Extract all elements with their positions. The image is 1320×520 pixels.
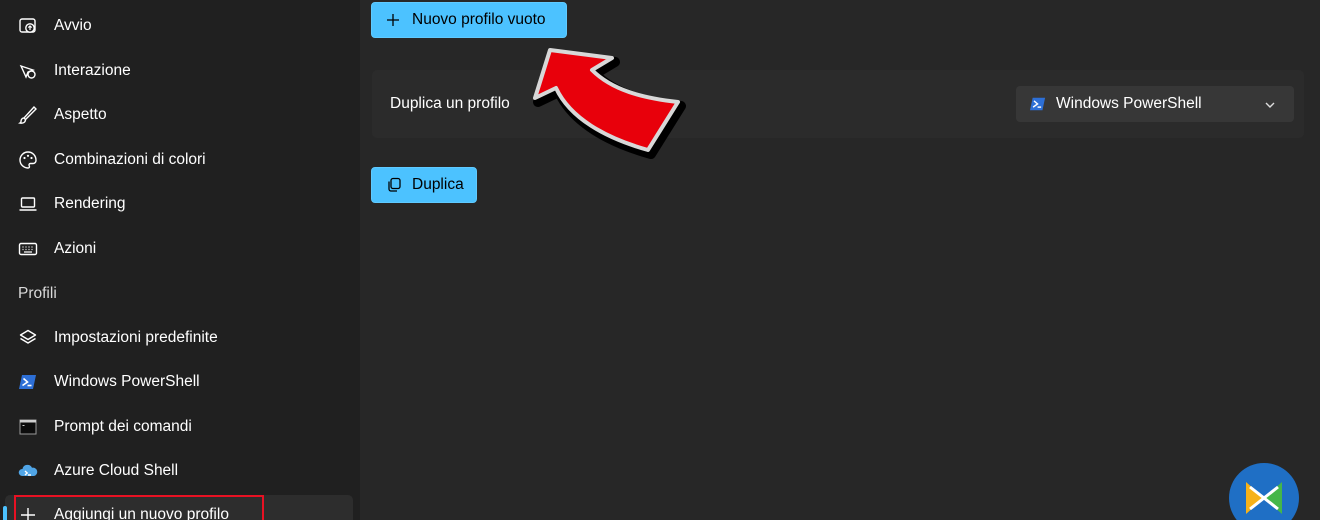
sidebar-item-label: Windows PowerShell bbox=[54, 373, 200, 390]
sidebar-item-interazione[interactable]: Interazione bbox=[5, 51, 353, 91]
button-label: Duplica bbox=[412, 176, 464, 193]
sidebar: Avvio Interazione Aspetto Combinazioni d… bbox=[0, 0, 360, 520]
chevron-down-icon bbox=[1264, 98, 1276, 116]
laptop-icon bbox=[17, 193, 39, 215]
sidebar-item-avvio[interactable]: Avvio bbox=[5, 6, 353, 46]
sidebar-item-azure-cloud-shell[interactable]: Azure Cloud Shell bbox=[5, 451, 353, 491]
sidebar-item-label: Azioni bbox=[54, 240, 97, 257]
red-arrow-annotation bbox=[533, 48, 686, 159]
sidebar-item-label: Rendering bbox=[54, 195, 126, 212]
keyboard-icon bbox=[17, 238, 39, 260]
profile-select-value: Windows PowerShell bbox=[1056, 95, 1202, 112]
palette-icon bbox=[17, 149, 39, 171]
sidebar-item-label: Avvio bbox=[54, 17, 92, 34]
azure-icon bbox=[17, 460, 39, 482]
brush-icon bbox=[17, 104, 39, 126]
startup-icon bbox=[17, 15, 39, 37]
sidebar-item-impostazioni-predefinite[interactable]: Impostazioni predefinite bbox=[5, 318, 353, 358]
sidebar-item-windows-powershell[interactable]: Windows PowerShell bbox=[5, 362, 353, 402]
sidebar-item-azioni[interactable]: Azioni bbox=[5, 229, 353, 269]
sidebar-item-label: Azure Cloud Shell bbox=[54, 462, 179, 479]
section-title-profili: Profili bbox=[18, 285, 57, 302]
sidebar-item-label: Interazione bbox=[54, 62, 131, 79]
powershell-icon bbox=[1030, 96, 1046, 112]
sidebar-item-rendering[interactable]: Rendering bbox=[5, 184, 353, 224]
sidebar-item-prompt-comandi[interactable]: Prompt dei comandi bbox=[5, 407, 353, 447]
sidebar-item-label: Impostazioni predefinite bbox=[54, 329, 218, 346]
site-logo bbox=[1228, 462, 1300, 520]
profile-select[interactable]: Windows PowerShell bbox=[1016, 86, 1294, 122]
selection-indicator bbox=[3, 506, 7, 520]
copy-icon bbox=[386, 177, 402, 193]
layers-icon bbox=[17, 327, 39, 349]
sidebar-item-label: Prompt dei comandi bbox=[54, 418, 192, 435]
interaction-icon bbox=[17, 60, 39, 82]
highlight-box bbox=[14, 495, 264, 520]
duplicate-button[interactable]: Duplica bbox=[371, 167, 477, 203]
powershell-icon bbox=[17, 371, 39, 393]
sidebar-item-combinazioni-colori[interactable]: Combinazioni di colori bbox=[5, 140, 353, 180]
sidebar-item-aspetto[interactable]: Aspetto bbox=[5, 95, 353, 135]
new-empty-profile-button[interactable]: Nuovo profilo vuoto bbox=[371, 2, 567, 38]
duplicate-profile-card: Duplica un profilo Windows PowerShell bbox=[372, 70, 1304, 138]
duplicate-profile-label: Duplica un profilo bbox=[390, 95, 510, 112]
cmd-icon bbox=[17, 416, 39, 438]
button-label: Nuovo profilo vuoto bbox=[412, 11, 546, 28]
sidebar-item-label: Aspetto bbox=[54, 106, 107, 123]
plus-icon bbox=[386, 13, 400, 27]
sidebar-item-label: Combinazioni di colori bbox=[54, 151, 206, 168]
